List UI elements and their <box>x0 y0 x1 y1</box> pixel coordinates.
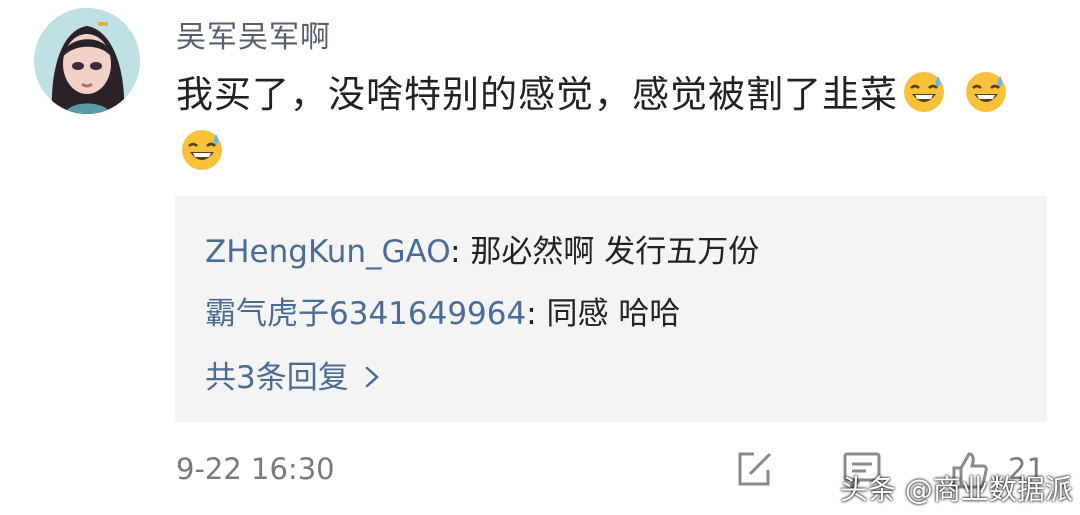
reply-author[interactable]: 霸气虎子6341649964 <box>205 296 526 332</box>
reply-text: 同感 哈哈 <box>546 296 681 332</box>
avatar[interactable] <box>34 8 140 114</box>
more-replies-label: 共3条回复 <box>205 360 349 396</box>
replies-box[interactable]: ZHengKun_GAO: 那必然啊 发行五万份 霸气虎子6341649964:… <box>175 196 1047 422</box>
comment-username[interactable]: 吴军吴军啊 <box>176 12 331 56</box>
reply-author[interactable]: ZHengKun_GAO <box>205 234 450 270</box>
watermark: 头条 @商业数据派 <box>840 473 1073 506</box>
reply-item[interactable]: ZHengKun_GAO: 那必然啊 发行五万份 <box>205 226 759 271</box>
sweat-smile-emoji <box>902 70 946 114</box>
reply-text: 那必然啊 发行五万份 <box>470 234 760 270</box>
sweat-smile-emoji <box>964 70 1008 114</box>
reply-separator: : <box>450 234 471 270</box>
sweat-smile-emoji <box>180 128 224 172</box>
comment-timestamp: 9-22 16:30 <box>176 452 335 486</box>
more-replies-link[interactable]: 共3条回复 <box>205 352 381 397</box>
chevron-right-icon <box>365 366 379 388</box>
comment-body: 我买了，没啥特别的感觉，感觉被割了韭菜 <box>176 66 1056 182</box>
comment-text: 我买了，没啥特别的感觉，感觉被割了韭菜 <box>176 73 898 116</box>
avatar-image <box>34 8 140 114</box>
reply-item[interactable]: 霸气虎子6341649964: 同感 哈哈 <box>205 288 680 333</box>
reply-separator: : <box>526 296 547 332</box>
edit-icon[interactable] <box>734 450 774 490</box>
